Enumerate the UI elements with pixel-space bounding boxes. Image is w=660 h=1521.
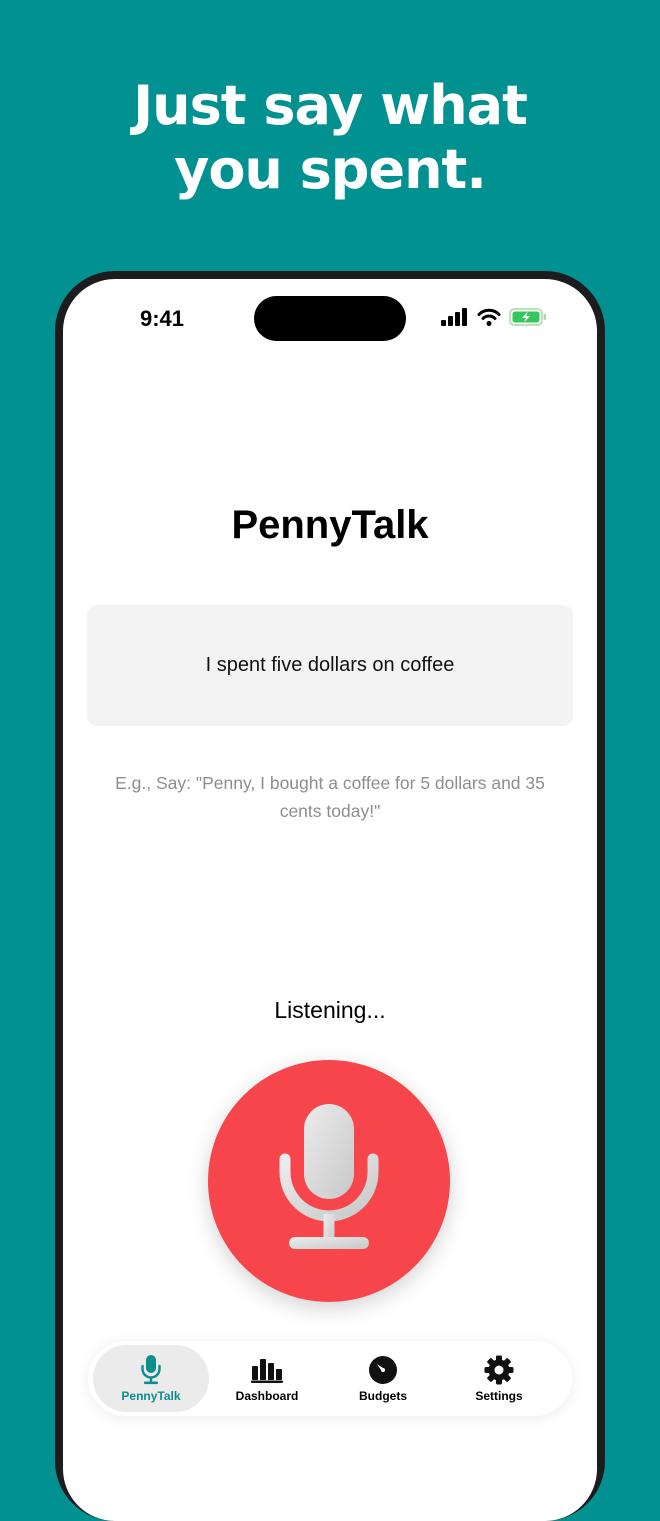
- record-button[interactable]: [208, 1060, 450, 1302]
- dynamic-island: [254, 296, 406, 341]
- tab-label-settings: Settings: [475, 1389, 523, 1403]
- tab-settings[interactable]: Settings: [441, 1345, 557, 1412]
- transcript-text: I spent five dollars on coffee: [205, 654, 455, 676]
- phone-frame: 9:41 PennyTalk I spent five dollars on c…: [55, 271, 605, 1521]
- microphone-icon: [141, 1355, 161, 1385]
- tab-label-budgets: Budgets: [359, 1389, 407, 1403]
- tab-label-dashboard: Dashboard: [235, 1389, 299, 1403]
- phone-screen: 9:41 PennyTalk I spent five dollars on c…: [63, 279, 597, 1521]
- transcript-box: I spent five dollars on coffee: [87, 605, 573, 726]
- cellular-signal-icon: [441, 308, 469, 330]
- example-hint: E.g., Say: "Penny, I bought a coffee for…: [115, 773, 545, 821]
- tab-budgets[interactable]: Budgets: [325, 1345, 441, 1412]
- tab-dashboard[interactable]: Dashboard: [209, 1345, 325, 1412]
- status-bar-icons: [441, 307, 547, 331]
- marketing-headline: Just say what you spent.: [0, 74, 660, 202]
- gear-icon: [484, 1355, 514, 1385]
- tab-bar: PennyTalk Dashboard Budgets Settings: [88, 1341, 572, 1416]
- listening-status: Listening...: [274, 997, 386, 1023]
- battery-icon: [509, 308, 547, 330]
- tab-label-pennytalk: PennyTalk: [121, 1389, 181, 1403]
- headline-line-1: Just say what: [133, 74, 528, 137]
- microphone-icon: [279, 1104, 379, 1258]
- headline-line-2: you spent.: [174, 138, 487, 201]
- bar-chart-icon: [251, 1355, 283, 1385]
- status-bar-time: 9:41: [139, 306, 185, 331]
- wifi-icon: [477, 308, 501, 330]
- gauge-icon: [368, 1355, 398, 1385]
- app-title: PennyTalk: [231, 503, 429, 547]
- tab-pennytalk[interactable]: PennyTalk: [93, 1345, 209, 1412]
